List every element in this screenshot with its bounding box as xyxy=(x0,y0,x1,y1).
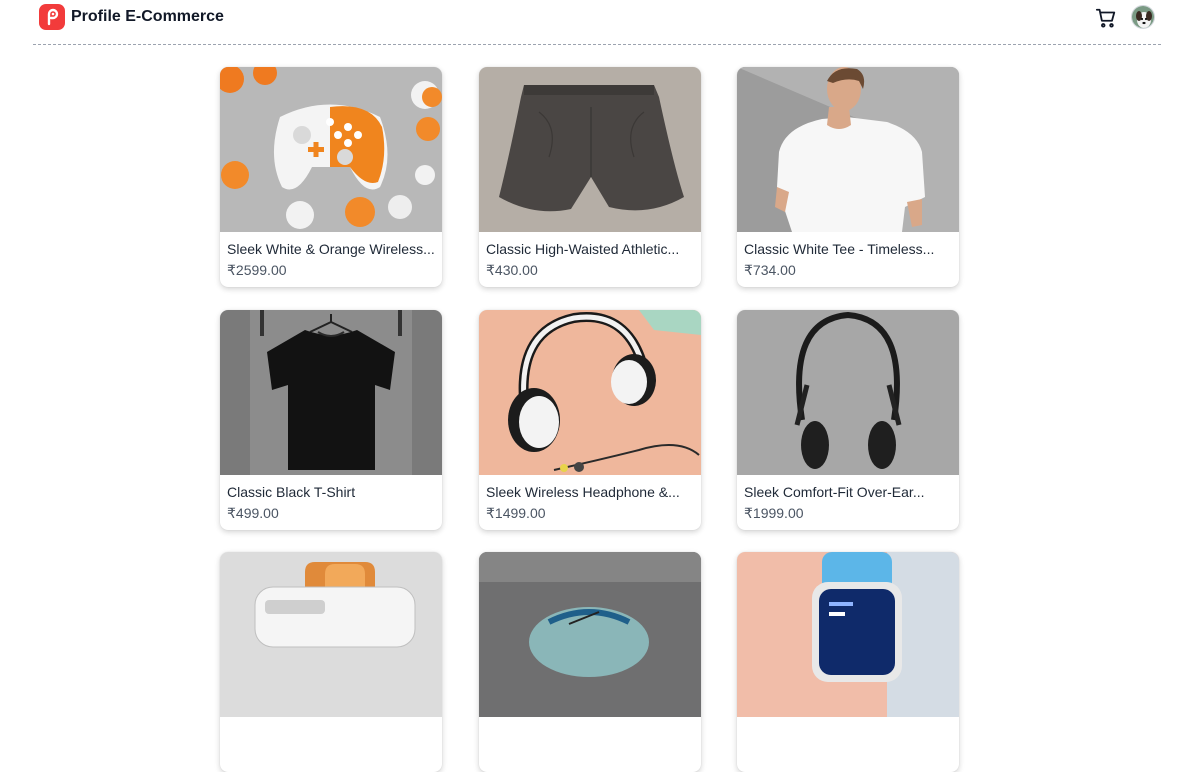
product-title: Classic High-Waisted Athletic... xyxy=(486,241,680,257)
shorts-image xyxy=(479,67,701,232)
brand-name[interactable]: Profile E-Commerce xyxy=(71,8,224,26)
profile-logo-icon[interactable] xyxy=(39,4,65,30)
product-card[interactable]: Sleek Wireless Headphone &... ₹1499.00 xyxy=(479,310,701,530)
product-price: ₹499.00 xyxy=(227,505,279,521)
black-headphones-image xyxy=(737,310,959,475)
product-card[interactable]: Sleek Comfort-Fit Over-Ear... ₹1999.00 xyxy=(737,310,959,530)
product-card[interactable] xyxy=(479,552,701,772)
product-card[interactable] xyxy=(220,552,442,772)
user-avatar[interactable] xyxy=(1131,5,1155,29)
product-price: ₹1499.00 xyxy=(486,505,546,521)
product-card[interactable]: Classic High-Waisted Athletic... ₹430.00 xyxy=(479,67,701,287)
product-price: ₹734.00 xyxy=(744,262,796,278)
product-card[interactable] xyxy=(737,552,959,772)
product-title: Sleek Wireless Headphone &... xyxy=(486,484,680,500)
product-card[interactable]: Classic Black T-Shirt ₹499.00 xyxy=(220,310,442,530)
headphones-earbuds-image xyxy=(479,310,701,475)
product-card[interactable]: Sleek White & Orange Wireless... ₹2599.0… xyxy=(220,67,442,287)
product-price: ₹2599.00 xyxy=(227,262,287,278)
product-title: Sleek White & Orange Wireless... xyxy=(227,241,435,257)
product-card[interactable]: Classic White Tee - Timeless... ₹734.00 xyxy=(737,67,959,287)
mouse-image xyxy=(479,552,701,717)
smartwatch-image xyxy=(737,552,959,717)
toaster-image xyxy=(220,552,442,717)
product-title: Sleek Comfort-Fit Over-Ear... xyxy=(744,484,925,500)
product-price: ₹1999.00 xyxy=(744,505,804,521)
product-title: Classic White Tee - Timeless... xyxy=(744,241,935,257)
product-price: ₹430.00 xyxy=(486,262,538,278)
top-header: Profile E-Commerce xyxy=(33,0,1161,45)
black-tshirt-image xyxy=(220,310,442,475)
shopping-cart-icon[interactable] xyxy=(1095,7,1117,29)
product-title: Classic Black T-Shirt xyxy=(227,484,356,500)
game-controller-image xyxy=(220,67,442,232)
white-tee-model-image xyxy=(737,67,959,232)
